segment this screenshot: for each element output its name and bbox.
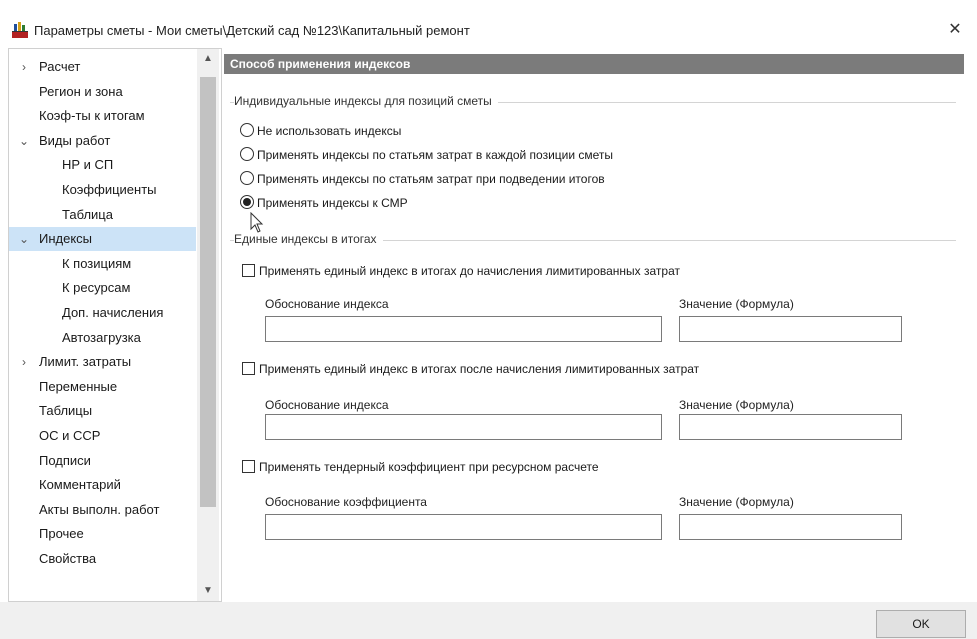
sidebar-item[interactable]: Переменные [9,375,196,399]
radio-icon[interactable] [240,171,254,185]
sidebar-item[interactable]: Регион и зона [9,80,196,104]
sidebar-item[interactable]: Акты выполн. работ [9,498,196,522]
sidebar-item-label: Коэффициенты [62,182,157,197]
sidebar-item-label: Таблицы [39,403,93,419]
sidebar-item[interactable]: Комментарий [9,473,196,497]
radio-smr[interactable]: Применять индексы к СМР [240,194,408,212]
sidebar-item[interactable]: К ресурсам [9,276,196,300]
app-icon [12,22,28,38]
radio-label: Применять индексы к СМР [257,196,408,210]
ok-button[interactable]: OK [876,610,966,638]
value-formula-label: Значение (Формула) [679,297,794,311]
sidebar-item-label: Таблица [62,206,113,222]
sidebar-item-label: К ресурсам [62,280,131,296]
radio-icon[interactable] [240,123,254,137]
sidebar-item[interactable]: Подписи [9,449,196,473]
value-formula-input[interactable] [679,316,902,342]
sidebar-item[interactable]: ОС и ССР [9,424,196,448]
mouse-cursor-icon [250,212,264,233]
sidebar-item[interactable]: Таблица [9,203,196,227]
sidebar-item-label: Коэф-ты к итогам [39,108,145,124]
sidebar-item-label: К позициям [62,255,132,271]
index-basis-label: Обоснование индекса [265,297,389,311]
close-icon[interactable]: ✕ [941,16,969,44]
sidebar-nav: › Расчет Регион и зона Коэф-ты к итогам ⌄ Вид… [8,48,222,602]
radio-no-indexes[interactable]: Не использовать индексы [240,122,401,140]
sidebar-item[interactable]: Таблицы [9,399,196,423]
title-bar: Параметры сметы - Мои сметы\Детский сад … [0,0,977,46]
chevron-right-icon[interactable]: › [17,55,31,79]
index-basis-label: Обоснование индекса [265,398,389,412]
sidebar-item[interactable]: НР и СП [9,153,196,177]
sidebar-item-label: Доп. начисления [62,305,164,320]
checkbox-after-limited[interactable]: Применять единый индекс в итогах после н… [242,360,699,378]
sidebar-item[interactable]: Доп. начисления [9,301,196,325]
sidebar-item[interactable]: › Лимит. затраты [9,350,196,374]
sidebar-item[interactable]: ⌄ Виды работ [9,129,196,153]
value-formula-label: Значение (Формула) [679,495,794,509]
sidebar-item[interactable]: Свойства [9,547,196,571]
sidebar-item-label: Индексы [39,231,93,247]
checkbox-tender-coef[interactable]: Применять тендерный коэффициент при ресу… [242,458,599,476]
sidebar-item-label: Прочее [39,526,84,542]
radio-icon[interactable] [240,147,254,161]
sidebar-item-label: ОС и ССР [39,428,101,443]
radio-label: Применять индексы по статьям затрат в ка… [257,148,614,162]
checkbox-before-limited[interactable]: Применять единый индекс в итогах до начи… [242,262,680,280]
sidebar-item[interactable]: Коэф-ты к итогам [9,104,196,128]
scroll-thumb[interactable] [200,77,216,507]
chevron-down-icon[interactable]: ⌄ [17,227,31,251]
value-formula-label: Значение (Формула) [679,398,794,412]
sidebar-item[interactable]: Прочее [9,522,196,546]
group-title-individual: Индивидуальные индексы для позиций сметы [234,94,498,108]
main-panel: Способ применения индексов Индивидуальны… [224,48,964,600]
radio-checked-icon[interactable] [240,195,254,209]
sidebar-item-label: Регион и зона [39,83,123,99]
sidebar-item-label: Виды работ [39,132,111,148]
sidebar-item[interactable]: ⌄ Индексы [9,227,196,252]
sidebar-item-label: Расчет [39,59,81,74]
index-basis-input[interactable] [265,414,662,440]
checkbox-icon[interactable] [242,362,255,375]
sidebar-item-label: Переменные [39,378,118,394]
checkbox-label: Применять единый индекс в итогах до начи… [259,264,680,278]
coef-basis-label: Обоснование коэффициента [265,495,427,509]
sidebar-item-label: НР и СП [62,157,114,173]
sidebar-item[interactable]: Коэффициенты [9,178,196,202]
group-title-unified: Единые индексы в итогах [234,232,383,246]
checkbox-label: Применять единый индекс в итогах после н… [259,362,700,376]
radio-label: Применять индексы по статьям затрат при … [257,172,605,186]
checkbox-icon[interactable] [242,460,255,473]
sidebar-item[interactable]: К позициям [9,252,196,276]
sidebar-item-label: Свойства [39,551,97,566]
sidebar-item-label: Лимит. затраты [39,354,132,370]
value-formula-input[interactable] [679,414,902,440]
chevron-right-icon[interactable]: › [17,350,31,374]
sidebar-item-label: Акты выполн. работ [39,501,160,517]
sidebar-item[interactable]: › Расчет [9,55,196,79]
coef-basis-input[interactable] [265,514,662,540]
sidebar-scrollbar[interactable]: ▲ ▼ [197,49,219,601]
radio-each-position[interactable]: Применять индексы по статьям затрат в ка… [240,146,613,164]
radio-totals[interactable]: Применять индексы по статьям затрат при … [240,170,605,188]
radio-label: Не использовать индексы [257,124,402,138]
sidebar-item-label: Комментарий [39,477,121,493]
sidebar-item-label: Автозагрузка [62,329,141,345]
chevron-down-icon[interactable]: ⌄ [17,129,31,153]
scroll-up-icon[interactable]: ▲ [197,49,219,69]
sidebar-item[interactable]: Автозагрузка [9,326,196,350]
checkbox-icon[interactable] [242,264,255,277]
index-basis-input[interactable] [265,316,662,342]
dialog-footer: OK [0,602,977,639]
scroll-down-icon[interactable]: ▼ [197,581,219,601]
window-title: Параметры сметы - Мои сметы\Детский сад … [34,23,470,38]
value-formula-input[interactable] [679,514,902,540]
checkbox-label: Применять тендерный коэффициент при ресу… [259,460,599,474]
section-header: Способ применения индексов [224,54,964,74]
sidebar-item-label: Подписи [39,452,91,468]
